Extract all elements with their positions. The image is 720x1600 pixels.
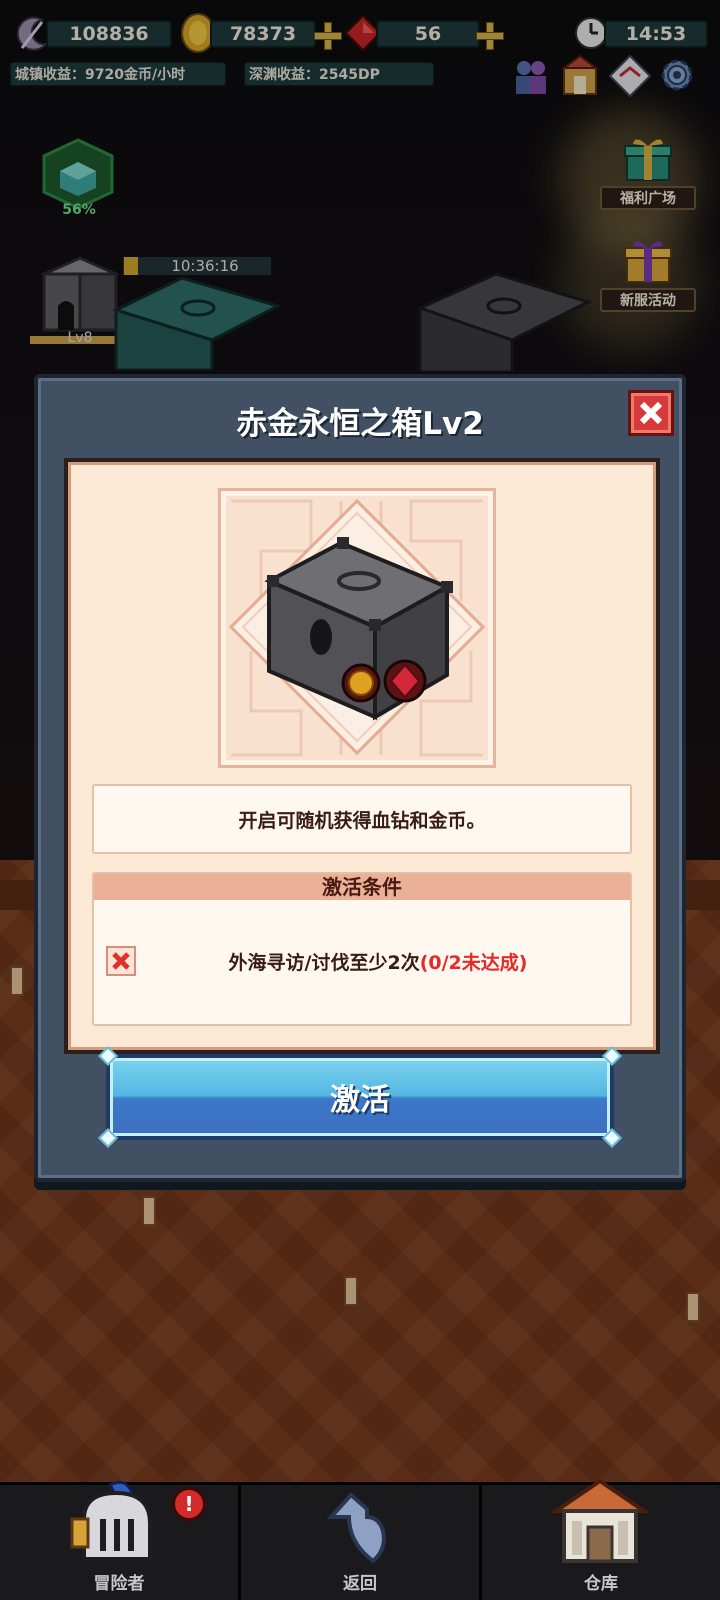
- activation-conditions: 激活条件 外海寻访/讨伐至少2次(0/2未达成): [92, 872, 632, 1026]
- modal-title: 赤金永恒之箱Lv2: [236, 406, 484, 442]
- close-icon: [639, 401, 663, 425]
- nav-warehouse-label: 仓库: [584, 1574, 618, 1594]
- nav-adventurer-label: 冒险者: [93, 1574, 145, 1594]
- warehouse-icon: [549, 1477, 651, 1565]
- nav-back[interactable]: 返回: [241, 1485, 482, 1600]
- condition-text: 外海寻访/讨伐至少2次(0/2未达成): [136, 948, 620, 975]
- knight-helmet-icon: [70, 1479, 162, 1565]
- back-arrow-icon: [326, 1491, 397, 1565]
- corner-gem: [602, 1128, 622, 1148]
- bottom-navigation: ! 冒险者 返回 仓库: [0, 1478, 720, 1600]
- condition-row: 外海寻访/讨伐至少2次(0/2未达成): [106, 944, 620, 978]
- chest-artwork: [218, 488, 496, 768]
- condition-requirement: 外海寻访/讨伐至少2次: [228, 951, 420, 974]
- corner-gem: [98, 1128, 118, 1148]
- chest-info-panel: 开启可随机获得血钻和金币。 激活条件 外海寻访/讨伐至少2次(0/2未达成): [64, 458, 660, 1054]
- close-button[interactable]: [628, 390, 674, 436]
- conditions-header: 激活条件: [94, 874, 630, 900]
- unmet-x-icon: [106, 946, 136, 976]
- chest-detail-modal: 赤金永恒之箱Lv2 开启可随机获得血钻和金币。 激活条件 外海寻访/讨伐至少2次…: [34, 374, 686, 1182]
- activate-button[interactable]: 激活: [98, 1046, 622, 1148]
- chest-description: 开启可随机获得血钻和金币。: [92, 784, 632, 854]
- notification-badge: !: [172, 1487, 206, 1521]
- nav-back-label: 返回: [343, 1574, 377, 1594]
- nav-warehouse[interactable]: 仓库: [482, 1478, 720, 1600]
- activate-label: 激活: [330, 1083, 390, 1118]
- nav-adventurer[interactable]: ! 冒险者: [0, 1480, 241, 1600]
- condition-status: (0/2未达成): [419, 951, 528, 974]
